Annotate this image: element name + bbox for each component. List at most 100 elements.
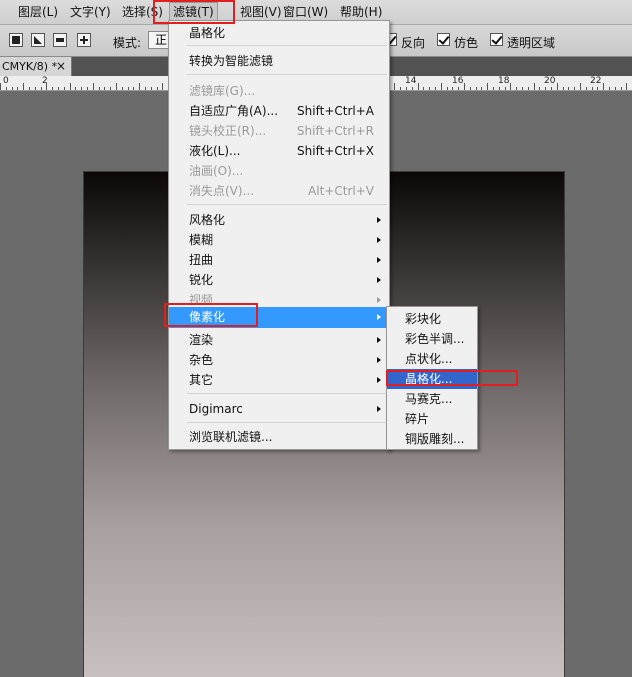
submenu-item-mezzotint[interactable]: 铜版雕刻... <box>387 429 477 449</box>
submenu-arrow-icon <box>377 297 381 303</box>
submenu-item-pointillize[interactable]: 点状化... <box>387 349 477 369</box>
ruler-tick <box>110 87 111 90</box>
square-icon <box>12 36 20 44</box>
close-icon[interactable]: × <box>56 57 66 76</box>
menu-item-noise[interactable]: 杂色 <box>169 350 389 370</box>
menu-item-oil-paint: 油画(O)... <box>189 164 244 178</box>
ruler-tick <box>6 87 7 90</box>
new-gradient-button[interactable] <box>9 33 23 47</box>
menu-item-convert-smart-filter[interactable]: 转换为智能滤镜 <box>169 51 389 71</box>
ruler-tick <box>452 87 453 90</box>
ruler-tick <box>615 87 616 90</box>
ruler-tick <box>99 87 100 90</box>
submenu-item-fragment[interactable]: 碎片 <box>387 409 477 429</box>
ruler-tick <box>52 87 53 90</box>
ruler-label: 22 <box>590 76 602 86</box>
ruler-tick <box>23 83 24 90</box>
ruler-tick <box>116 83 117 90</box>
pixelate-submenu: 彩块化 彩色半调... 点状化... 晶格化... 马赛克... 碎片 铜版雕刻… <box>386 306 478 450</box>
ruler-tick <box>151 87 152 90</box>
ruler-tick <box>104 87 105 90</box>
ruler-tick <box>0 83 1 90</box>
menu-filter[interactable]: 滤镜(T) <box>169 2 218 22</box>
ruler-tick <box>423 87 424 90</box>
submenu-arrow-icon <box>377 237 381 243</box>
ruler-tick <box>46 83 47 90</box>
document-tab[interactable]: CMYK/8) * × <box>0 57 72 76</box>
menu-item-liquify[interactable]: 液化(L)... Shift+Ctrl+X <box>169 141 389 161</box>
ruler-tick <box>505 87 506 90</box>
reverse-label: 反向 <box>401 36 426 50</box>
dither-checkbox[interactable] <box>437 33 450 46</box>
submenu-item-facet[interactable]: 彩块化 <box>387 309 477 329</box>
ruler-tick <box>516 87 517 90</box>
ruler-tick <box>522 87 523 90</box>
submenu-arrow-icon <box>377 277 381 283</box>
ruler-tick <box>406 87 407 90</box>
menu-window[interactable]: 窗口(W) <box>283 4 328 20</box>
ruler-tick <box>551 87 552 90</box>
ruler-label: 20 <box>544 76 556 86</box>
menu-item-distort[interactable]: 扭曲 <box>169 250 389 270</box>
menu-item-sharpen[interactable]: 锐化 <box>169 270 389 290</box>
ruler-tick <box>574 87 575 90</box>
menu-divider <box>187 74 387 75</box>
menu-item-stylize[interactable]: 风格化 <box>169 210 389 230</box>
ruler-tick <box>603 83 604 90</box>
submenu-item-mosaic[interactable]: 马赛克... <box>387 389 477 409</box>
ruler-tick <box>70 83 71 90</box>
submenu-arrow-icon <box>377 314 381 320</box>
ruler-tick <box>568 87 569 90</box>
submenu-arrow-icon <box>377 406 381 412</box>
menu-item-last-filter[interactable]: 晶格化 <box>169 23 389 43</box>
submenu-arrow-icon <box>377 257 381 263</box>
ruler-tick <box>133 87 134 90</box>
ruler-label: 14 <box>405 76 417 86</box>
ruler-tick <box>128 87 129 90</box>
menu-item-render[interactable]: 渲染 <box>169 330 389 350</box>
ruler-tick <box>394 83 395 90</box>
transparency-checkbox[interactable] <box>490 33 503 46</box>
menu-item-browse-online-filters[interactable]: 浏览联机滤镜... <box>169 427 389 447</box>
ruler-tick <box>534 83 535 90</box>
ruler-tick <box>400 87 401 90</box>
ruler-tick <box>447 87 448 90</box>
ruler-tick <box>29 87 30 90</box>
menu-type[interactable]: 文字(Y) <box>70 4 111 20</box>
menu-view[interactable]: 视图(V) <box>240 4 282 20</box>
ruler-tick <box>609 87 610 90</box>
submenu-item-color-halftone[interactable]: 彩色半调... <box>387 329 477 349</box>
ruler-tick <box>93 83 94 90</box>
ruler-tick <box>435 87 436 90</box>
menu-item-digimarc[interactable]: Digimarc <box>169 399 389 419</box>
ruler-tick <box>476 87 477 90</box>
menu-item-vanishing-point: 消失点(V)... Alt+Ctrl+V <box>189 184 374 198</box>
ruler-tick <box>139 83 140 90</box>
menu-divider <box>187 204 387 205</box>
intersect-gradient-button[interactable] <box>77 33 91 47</box>
submenu-item-crystallize[interactable]: 晶格化... <box>387 369 477 389</box>
ruler-tick <box>81 87 82 90</box>
menu-item-adaptive-wide-angle[interactable]: 自适应广角(A)... Shift+Ctrl+A <box>169 101 389 121</box>
ruler-tick <box>458 87 459 90</box>
menu-item-other[interactable]: 其它 <box>169 370 389 390</box>
document-tab-title: CMYK/8) * <box>2 60 58 73</box>
mode-select[interactable]: 正 <box>148 31 170 49</box>
add-gradient-button[interactable] <box>31 33 45 47</box>
submenu-arrow-icon <box>377 377 381 383</box>
dither-label: 仿色 <box>454 36 479 50</box>
ruler-tick <box>626 83 627 90</box>
menu-layer[interactable]: 图层(L) <box>18 4 58 20</box>
menu-select[interactable]: 选择(S) <box>122 4 163 20</box>
ruler-label: 18 <box>498 76 510 86</box>
transparency-label: 透明区域 <box>507 36 556 50</box>
ruler-tick <box>12 87 13 90</box>
ruler-tick <box>122 87 123 90</box>
menu-item-blur[interactable]: 模糊 <box>169 230 389 250</box>
ruler-tick <box>75 87 76 90</box>
subtract-gradient-button[interactable] <box>53 33 67 47</box>
ruler-tick <box>563 87 564 90</box>
filter-menu: 晶格化 转换为智能滤镜 滤镜库(G)... 自适应广角(A)... Shift+C… <box>168 20 390 450</box>
menu-item-pixelate[interactable]: 像素化 <box>169 307 389 328</box>
menu-help[interactable]: 帮助(H) <box>340 4 382 20</box>
